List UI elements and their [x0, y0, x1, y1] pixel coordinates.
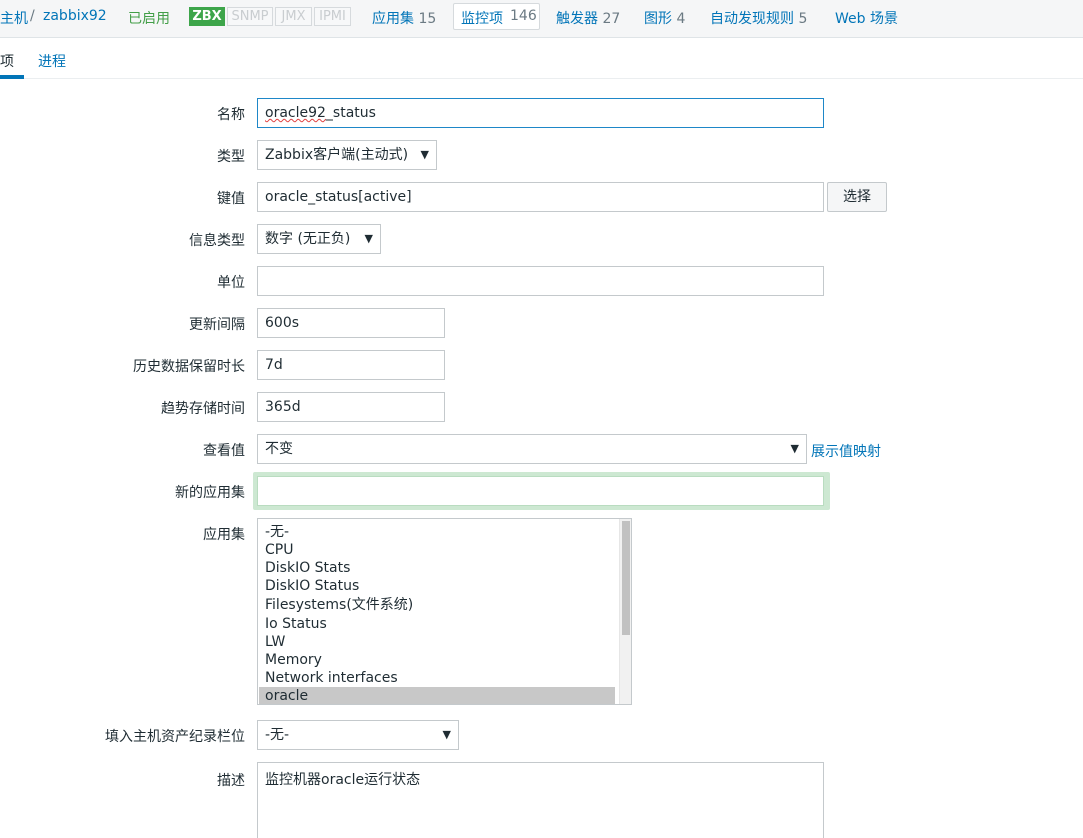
- type-label: 类型: [217, 149, 245, 165]
- show-value-mappings-link[interactable]: 展示值映射: [811, 441, 881, 461]
- triggers-tab-label: 触发器: [556, 11, 598, 27]
- breadcrumb-separator: /: [30, 8, 35, 24]
- update-interval-label: 更新间隔: [189, 317, 245, 333]
- update-interval-value: 600s: [265, 315, 300, 331]
- application-option-network-interfaces[interactable]: Network interfaces: [259, 669, 615, 687]
- application-option-diskio-stats[interactable]: DiskIO Stats: [259, 559, 615, 577]
- trends-value: 365d: [265, 399, 301, 415]
- description-textarea[interactable]: 监控机器oracle运行状态: [257, 762, 824, 838]
- application-option-memory[interactable]: Memory: [259, 651, 615, 669]
- history-value: 7d: [265, 357, 283, 373]
- web-scenarios-tab[interactable]: Web 场景: [835, 8, 898, 28]
- key-input-value: oracle_status[active]: [265, 189, 412, 205]
- application-option-oracle-selected[interactable]: oracle: [259, 687, 615, 704]
- history-input[interactable]: 7d: [257, 350, 445, 380]
- application-option-filesystems[interactable]: Filesystems(文件系统): [259, 596, 615, 614]
- history-label: 历史数据保留时长: [133, 359, 245, 375]
- host-name-link[interactable]: zabbix92: [43, 8, 107, 24]
- discovery-rules-tab-label: 自动发现规则: [710, 11, 794, 27]
- items-tab-active[interactable]: 监控项 146: [453, 3, 540, 30]
- items-count: 146: [510, 8, 537, 24]
- applications-count: 15: [418, 11, 437, 27]
- discovery-rules-count: 5: [798, 11, 808, 27]
- triggers-tab[interactable]: 触发器 27: [556, 8, 620, 28]
- chevron-down-icon: ▼: [364, 232, 373, 245]
- name-value-rest: _status: [325, 105, 376, 121]
- chevron-down-icon: ▼: [790, 442, 799, 455]
- update-interval-input[interactable]: 600s: [257, 308, 445, 338]
- application-option-lw[interactable]: LW: [259, 633, 615, 651]
- value-map-label: 查看值: [203, 443, 245, 459]
- triggers-count: 27: [602, 11, 621, 27]
- type-select-value: Zabbix客户端(主动式): [265, 147, 409, 163]
- applications-scrollbar-thumb[interactable]: [622, 521, 630, 635]
- inventory-field-select[interactable]: -无- ▼: [257, 720, 459, 750]
- form-tabs: 项 进程: [0, 39, 1083, 79]
- application-option-cpu[interactable]: CPU: [259, 541, 615, 559]
- tab-item[interactable]: 项: [0, 51, 14, 71]
- description-value: 监控机器oracle运行状态: [265, 772, 421, 788]
- name-label: 名称: [217, 107, 245, 123]
- key-label: 键值: [217, 191, 245, 207]
- items-tab-label: 监控项: [461, 11, 503, 27]
- zbx-availability-badge: ZBX: [189, 7, 225, 26]
- description-label: 描述: [217, 773, 245, 789]
- name-input[interactable]: oracle92_status: [257, 98, 824, 128]
- host-status-enabled[interactable]: 已启用: [128, 8, 170, 28]
- applications-scrollbar[interactable]: [619, 519, 631, 704]
- units-label: 单位: [217, 275, 245, 291]
- graphs-tab-label: 图形: [644, 11, 672, 27]
- info-type-select[interactable]: 数字 (无正负) ▼: [257, 224, 381, 254]
- inventory-field-label: 填入主机资产纪录栏位: [105, 729, 245, 745]
- new-application-label: 新的应用集: [175, 485, 245, 501]
- graphs-tab[interactable]: 图形 4: [644, 8, 685, 28]
- chevron-down-icon: ▼: [442, 728, 451, 741]
- key-select-button[interactable]: 选择: [827, 182, 887, 212]
- info-type-label: 信息类型: [189, 233, 245, 249]
- units-input[interactable]: [257, 266, 824, 296]
- trends-label: 趋势存储时间: [161, 401, 245, 417]
- application-option-diskio-status[interactable]: DiskIO Status: [259, 577, 615, 595]
- name-value-misspelled-part: oracle92: [265, 105, 326, 121]
- inventory-field-value: -无-: [265, 727, 290, 743]
- hosts-link[interactable]: 主机: [0, 8, 28, 28]
- info-type-select-value: 数字 (无正负): [265, 231, 351, 247]
- applications-listbox[interactable]: -无- CPU DiskIO Stats DiskIO Status Files…: [257, 518, 632, 705]
- jmx-availability-badge: JMX: [275, 7, 312, 26]
- trends-input[interactable]: 365d: [257, 392, 445, 422]
- snmp-availability-badge: SNMP: [227, 7, 273, 26]
- applications-tab-label: 应用集: [372, 11, 414, 27]
- key-input[interactable]: oracle_status[active]: [257, 182, 824, 212]
- applications-tab[interactable]: 应用集 15: [372, 8, 436, 28]
- tab-process[interactable]: 进程: [38, 51, 66, 71]
- chevron-down-icon: ▼: [420, 148, 429, 161]
- application-option-none[interactable]: -无-: [259, 523, 615, 541]
- graphs-count: 4: [676, 11, 686, 27]
- applications-label: 应用集: [203, 527, 245, 543]
- active-tab-indicator: [0, 75, 24, 79]
- discovery-rules-tab[interactable]: 自动发现规则 5: [710, 8, 807, 28]
- application-option-io-status[interactable]: Io Status: [259, 615, 615, 633]
- new-application-input[interactable]: [257, 476, 824, 506]
- value-map-select[interactable]: 不变 ▼: [257, 434, 807, 464]
- type-select[interactable]: Zabbix客户端(主动式) ▼: [257, 140, 437, 170]
- value-map-select-value: 不变: [265, 441, 293, 457]
- ipmi-availability-badge: IPMI: [314, 7, 351, 26]
- host-navigation-bar: 主机 / zabbix92 已启用 ZBX SNMP JMX IPMI 应用集 …: [0, 0, 1083, 38]
